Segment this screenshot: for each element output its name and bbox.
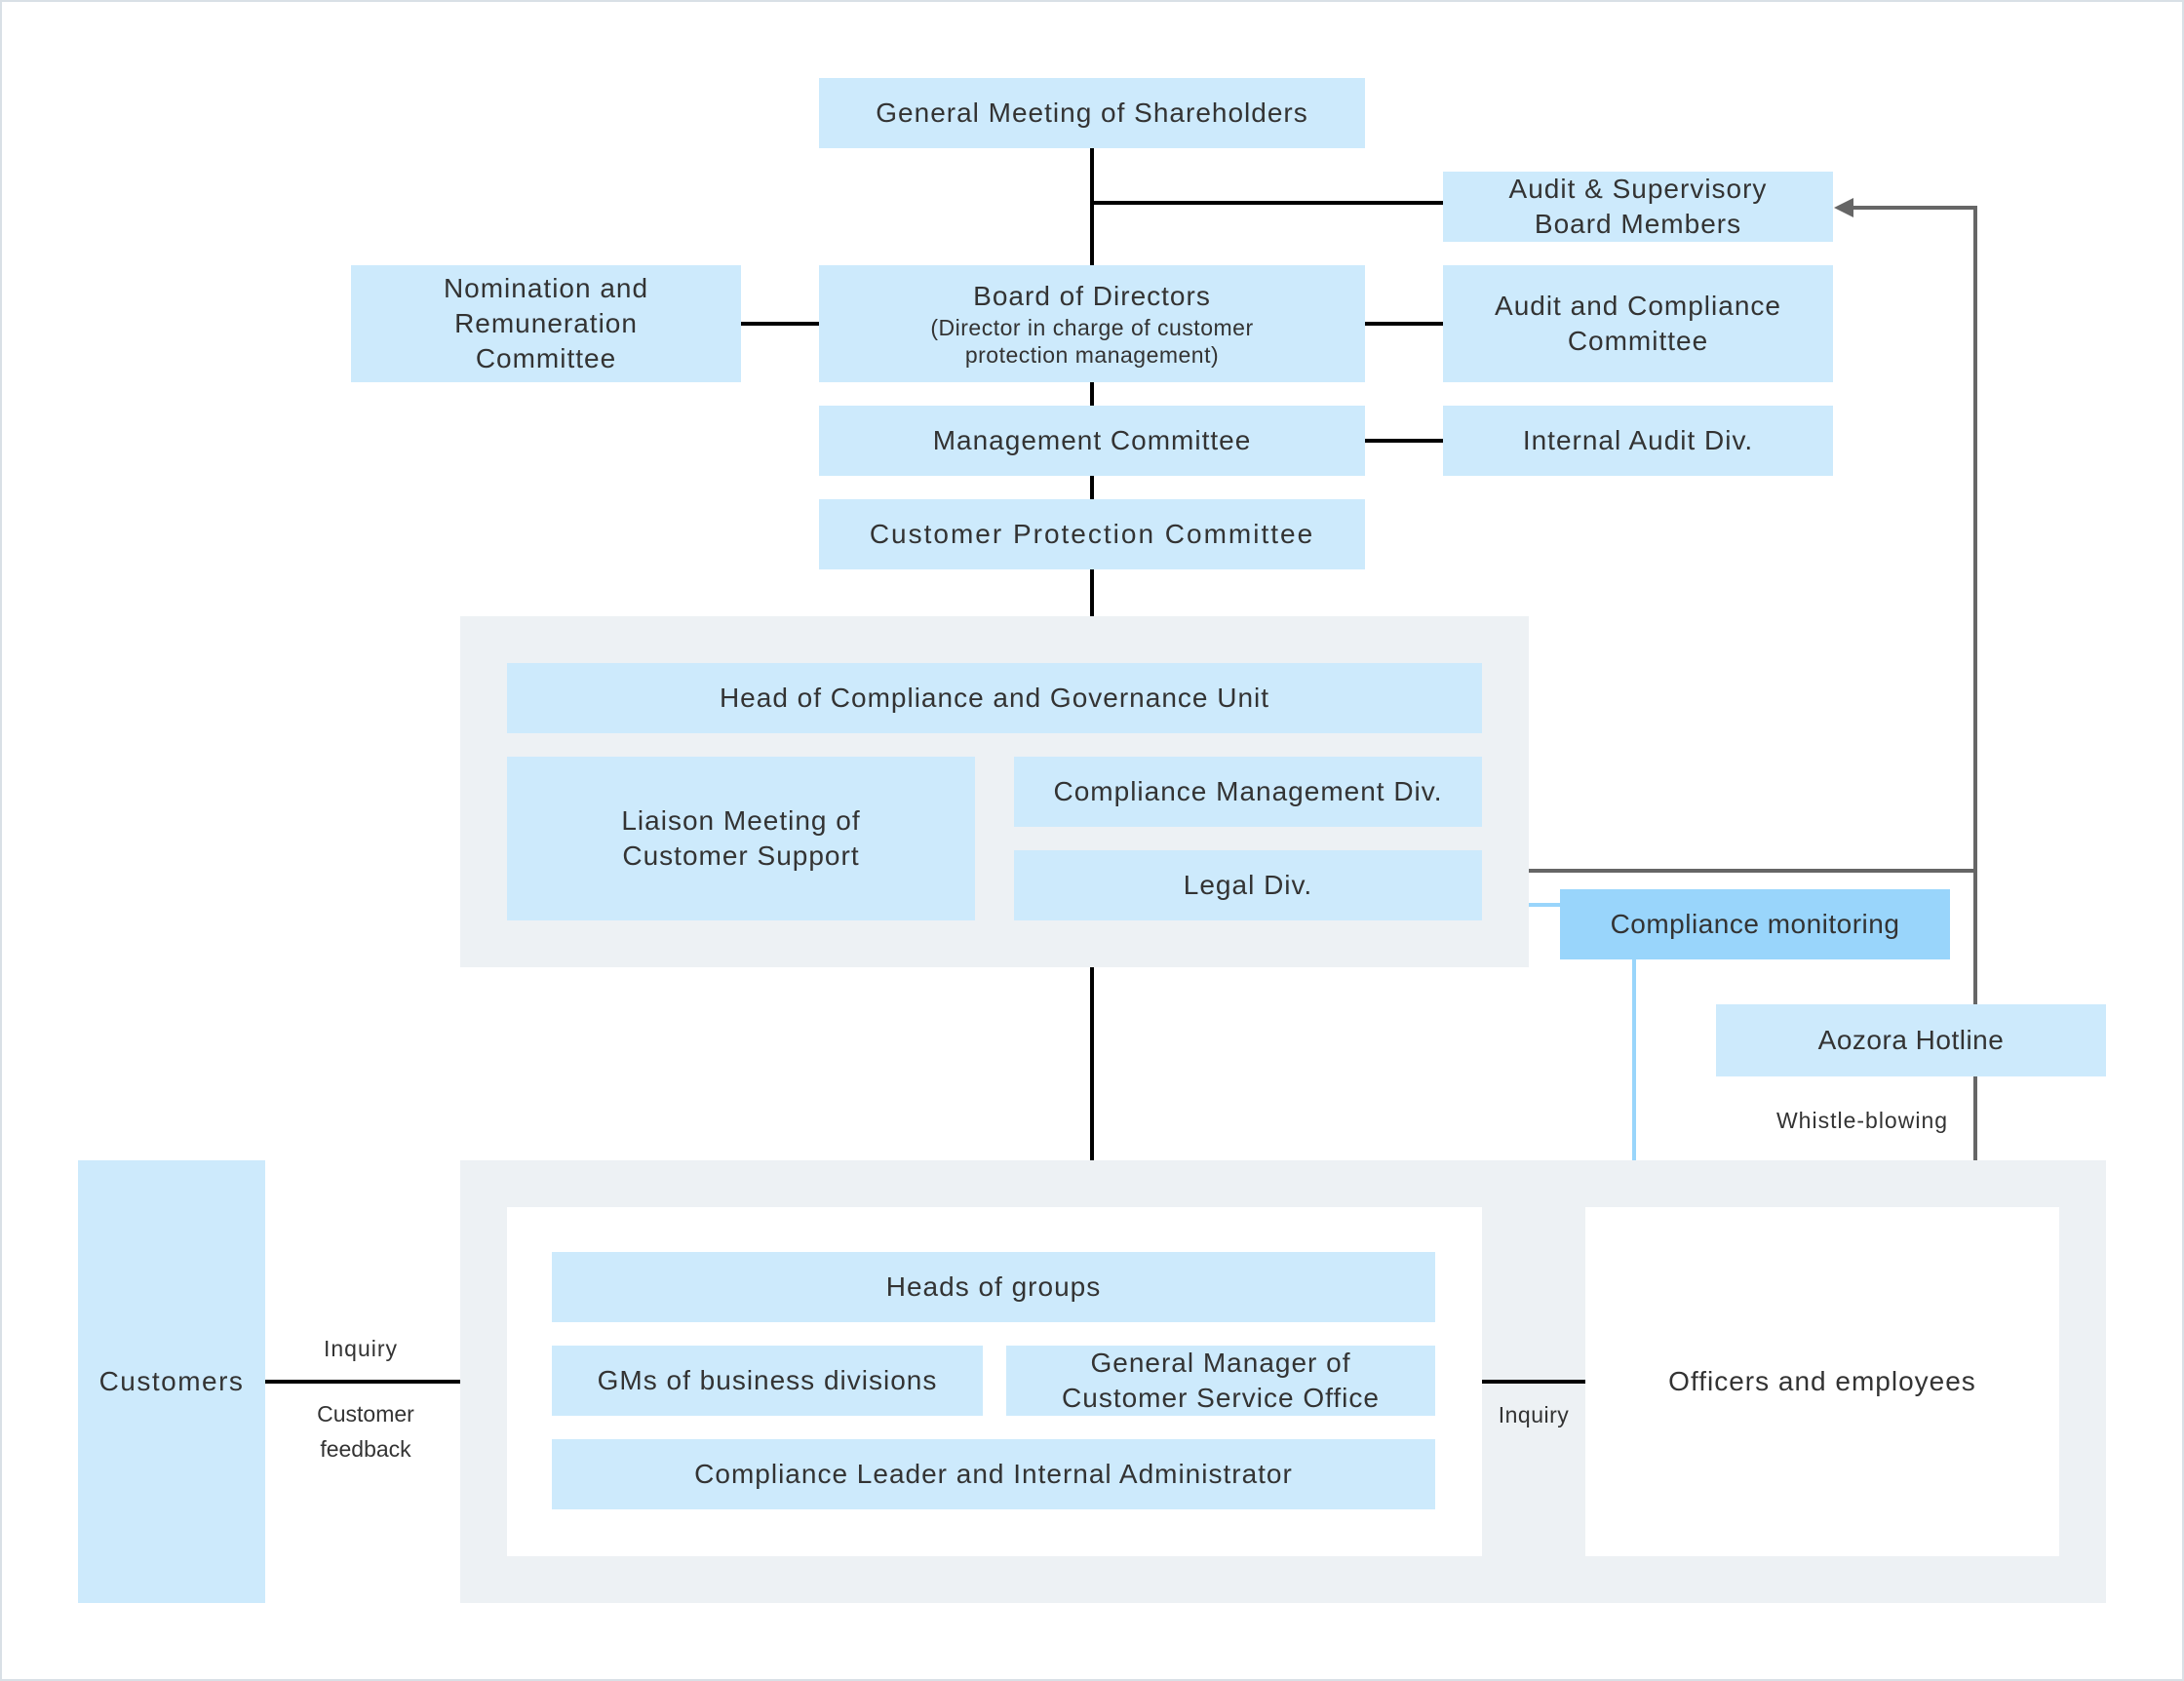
audit-supervisory-box: Audit & Supervisory Board Members <box>1443 172 1833 242</box>
legal-div-box: Legal Div. <box>1014 850 1482 920</box>
inquiry-label-customers: Inquiry <box>323 1336 399 1361</box>
report-line-to-audit <box>1851 206 1977 210</box>
compliance-leader-label: Compliance Leader and Internal Administr… <box>694 1459 1293 1489</box>
officers-employees-label: Officers and employees <box>1668 1366 1976 1396</box>
monitoring-line-vertical <box>1632 959 1636 1160</box>
liaison-line2: Customer Support <box>622 840 860 871</box>
internal-audit-label: Internal Audit Div. <box>1522 425 1754 455</box>
head-compliance-box: Head of Compliance and Governance Unit <box>507 663 1482 733</box>
heads-of-groups-label: Heads of groups <box>885 1271 1102 1302</box>
customer-feedback-label-line2: feedback <box>320 1436 411 1462</box>
customers-box: Customers <box>78 1160 265 1603</box>
connector-bod-acc <box>1365 322 1443 326</box>
nomination-line2: Remuneration <box>454 308 638 338</box>
nomination-line3: Committee <box>475 343 617 373</box>
aozora-hotline-label: Aozora Hotline <box>1817 1025 2005 1055</box>
customer-protection-label: Customer Protection Committee <box>869 519 1315 549</box>
compliance-monitoring-box: Compliance monitoring <box>1560 889 1950 959</box>
whistle-blowing-label: Whistle-blowing <box>1775 1108 1949 1133</box>
board-subtitle-line2: protection management) <box>964 342 1220 368</box>
arrow-head-audit-icon <box>1834 198 1853 217</box>
gm-cso-line1: General Manager of <box>1090 1348 1351 1378</box>
audit-supervisory-line2: Board Members <box>1534 209 1742 239</box>
connector-cpc-unit <box>1090 569 1094 616</box>
gms-business-divisions-label: GMs of business divisions <box>597 1365 938 1395</box>
general-meeting-box: General Meeting of Shareholders <box>819 78 1365 148</box>
nomination-committee-box: Nomination and Remuneration Committee <box>351 265 741 382</box>
general-meeting-label: General Meeting of Shareholders <box>876 98 1308 128</box>
compliance-management-label: Compliance Management Div. <box>1053 776 1443 806</box>
connector-bod-mc <box>1090 382 1094 406</box>
audit-supervisory-line1: Audit & Supervisory <box>1508 174 1768 204</box>
internal-audit-box: Internal Audit Div. <box>1443 406 1833 476</box>
liaison-line1: Liaison Meeting of <box>621 805 861 836</box>
audit-compliance-committee-box: Audit and Compliance Committee <box>1443 265 1833 382</box>
connector-gms-to-bod <box>1090 148 1094 265</box>
inquiry-label-officers: Inquiry <box>1498 1402 1570 1427</box>
customer-protection-committee-box: Customer Protection Committee <box>819 499 1365 569</box>
board-of-directors-box: Board of Directors (Director in charge o… <box>819 265 1365 382</box>
gm-cso-line2: Customer Service Office <box>1062 1383 1380 1413</box>
compliance-leader-box: Compliance Leader and Internal Administr… <box>552 1439 1435 1509</box>
customer-feedback-label-line1: Customer <box>317 1401 414 1427</box>
connector-nrc-bod <box>741 322 819 326</box>
head-compliance-label: Head of Compliance and Governance Unit <box>719 683 1270 713</box>
connector-panel-officers <box>1482 1380 1585 1384</box>
connector-mc-cpc <box>1090 476 1094 499</box>
acc-line1: Audit and Compliance <box>1495 291 1781 321</box>
management-committee-label: Management Committee <box>932 425 1252 455</box>
compliance-monitoring-label: Compliance monitoring <box>1610 909 1900 939</box>
acc-line2: Committee <box>1567 326 1709 356</box>
nomination-line1: Nomination and <box>443 273 649 303</box>
gms-business-divisions-box: GMs of business divisions <box>552 1346 983 1416</box>
officers-employees-box: Officers and employees <box>1585 1207 2059 1556</box>
connector-to-audit-supervisory <box>1092 201 1443 205</box>
liaison-meeting-box: Liaison Meeting of Customer Support <box>507 757 975 920</box>
report-line-to-legal <box>1500 869 1977 873</box>
management-committee-box: Management Committee <box>819 406 1365 476</box>
board-title: Board of Directors <box>973 281 1211 311</box>
legal-div-label: Legal Div. <box>1183 870 1313 900</box>
board-subtitle-line1: (Director in charge of customer <box>930 315 1254 340</box>
gm-customer-service-box: General Manager of Customer Service Offi… <box>1006 1346 1435 1416</box>
compliance-management-div-box: Compliance Management Div. <box>1014 757 1482 827</box>
heads-of-groups-box: Heads of groups <box>552 1252 1435 1322</box>
aozora-hotline-box: Aozora Hotline <box>1716 1004 2106 1076</box>
connector-customers-business <box>265 1380 460 1384</box>
connector-unit-business <box>1090 967 1094 1160</box>
customers-label: Customers <box>98 1366 245 1396</box>
connector-mc-iad <box>1365 439 1443 443</box>
